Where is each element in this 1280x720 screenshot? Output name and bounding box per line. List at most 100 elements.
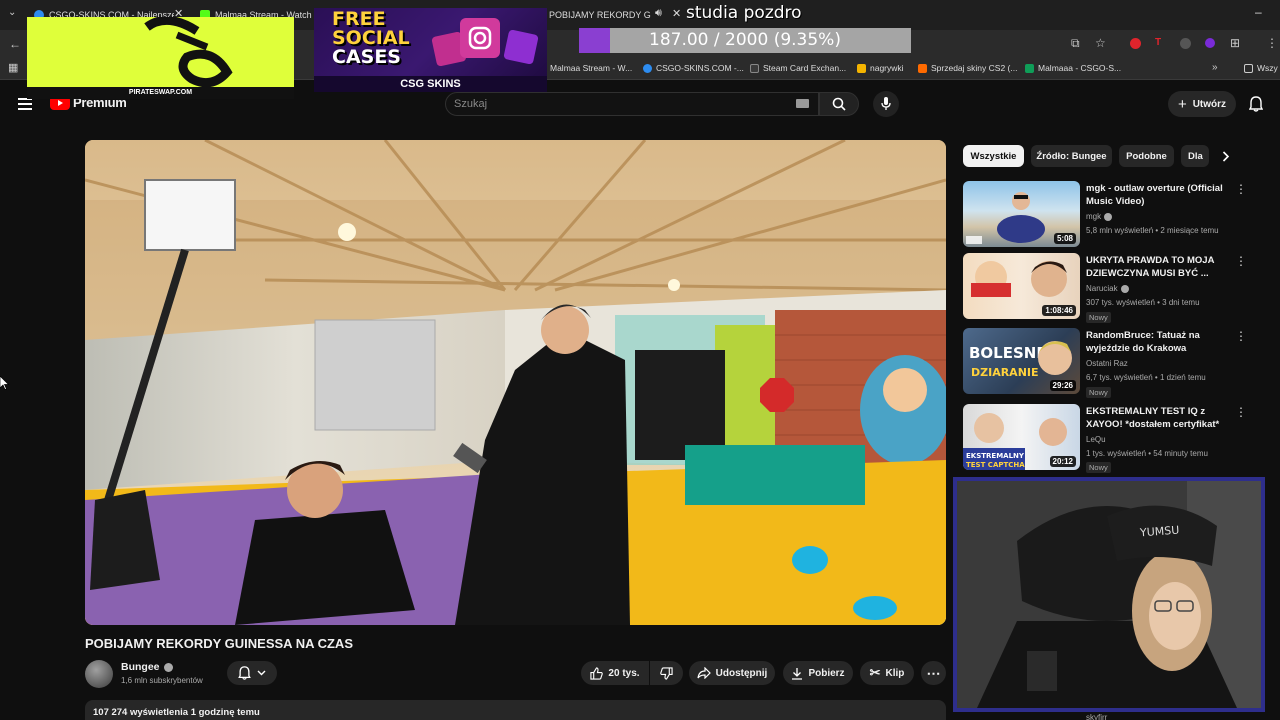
bookmark-item[interactable]: nagrywki [857,63,904,73]
clip-label: Klip [885,667,905,679]
bookmark-label: Malmaaa - CSGO-S... [1038,63,1122,73]
scissors-icon: ✂ [869,665,881,680]
bookmarks-overflow-icon[interactable]: » [1212,63,1218,73]
create-button[interactable]: + Utwórz [1168,91,1236,117]
sponsor-logo-shape [144,17,233,87]
chip-all[interactable]: Wszystkie [963,145,1024,167]
download-button[interactable]: Pobierz [783,661,853,685]
chip-source[interactable]: Źródło: Bungee [1031,145,1112,167]
bookmark-item[interactable]: CSGO-SKINS.COM -... [643,63,744,73]
channel-label: Ostatni Raz [1086,359,1128,368]
more-options-icon[interactable]: ⋮ [1235,405,1247,419]
extension-purple-icon[interactable] [1205,38,1215,48]
tab-youtube-video[interactable]: POBIJAMY REKORDY GUIN [549,5,651,25]
recommendation-thumbnail[interactable]: BOLESNE DZIARANIE 29:26 [963,328,1080,394]
recommendation-channel[interactable]: LeQu [1086,435,1106,444]
bookmark-star-icon[interactable]: ☆ [1095,37,1106,49]
share-icon [697,667,711,679]
extension-gray-icon[interactable] [1180,38,1191,49]
window-minimize-icon[interactable]: – [1255,5,1262,19]
bookmark-label: CSGO-SKINS.COM -... [656,63,744,73]
clip-button[interactable]: ✂ Klip [860,661,914,685]
video-player[interactable] [85,140,946,625]
recommendation-thumbnail[interactable]: EKSTREMALNY TEST CAPTCHA 20:12 [963,404,1080,470]
bookmark-favicon-icon [643,63,652,73]
recommendation-thumbnail[interactable]: 1:08:46 [963,253,1080,319]
bookmark-favicon-icon [1025,63,1034,73]
keyboard-icon[interactable] [796,99,809,108]
like-button[interactable]: 20 tys. [581,661,649,685]
install-app-icon[interactable]: ⧉ [1071,37,1080,49]
extension-red-icon[interactable] [1130,38,1141,49]
bookmark-label: Sprzedaj skiny CS2 (... [931,63,1018,73]
chip-for-you[interactable]: Dla [1181,145,1209,167]
chevron-right-icon[interactable] [1222,151,1230,162]
more-options-icon[interactable]: ⋮ [1235,254,1247,268]
recommendation-channel[interactable]: Naruciak [1086,284,1129,293]
menu-icon[interactable]: ⋮ [1266,37,1278,49]
chip-related[interactable]: Podobne [1119,145,1174,167]
channel-avatar[interactable] [85,660,113,688]
webcam-image [957,481,1261,708]
recommendation-meta: 1 tys. wyświetleń • 54 minuty temu [1086,449,1208,458]
bookmark-label: Steam Card Exchan... [763,63,847,73]
download-label: Pobierz [808,667,845,679]
search-input[interactable] [454,96,784,112]
recommendation-title[interactable]: UKRYTA PRAWDA TO MOJA DZIEWCZYNA MUSI BY… [1086,254,1228,280]
recommendation-channel[interactable]: mgk [1086,212,1113,221]
voice-search-button[interactable] [873,91,899,117]
extensions-puzzle-icon[interactable]: ⊞ [1230,37,1240,49]
bookmark-label: Wszy [1257,63,1278,73]
notifications-bell-icon[interactable] [1249,96,1263,112]
sponsor-banner-pirateswap: PIRATESWAP.COM [27,17,294,99]
subscription-bell-button[interactable] [227,661,277,685]
bookmark-item[interactable]: Sprzedaj skiny CS2 (... [918,63,1017,73]
subscriber-count: 1,6 mln subskrybentów [121,676,203,685]
recommendation-channel-partial[interactable]: skyfirr [1086,713,1107,720]
recommendation-title[interactable]: mgk - outlaw overture (Official Music Vi… [1086,182,1228,208]
channel-label: Naruciak [1086,284,1118,293]
sponsor-brand: CSG SKINS [314,76,547,92]
share-button[interactable]: Udostępnij [689,661,775,685]
channel-name[interactable]: Bungee [121,661,173,673]
recommendation-channel[interactable]: Ostatni Raz [1086,359,1128,368]
like-count: 20 tys. [608,667,640,679]
more-options-icon[interactable]: ⋮ [1235,182,1247,196]
bookmark-label: nagrywki [870,63,904,73]
mouse-cursor-icon [0,376,9,390]
chevron-down-icon [257,670,266,676]
microphone-icon [881,97,891,110]
recommendation-thumbnail[interactable]: 5:08 [963,181,1080,247]
new-badge: Nowy [1086,462,1111,473]
tab-search-icon[interactable]: ⌄ [8,8,16,18]
sponsor-caption: PIRATESWAP.COM [27,87,294,99]
search-button[interactable] [819,92,859,116]
recommendation-meta: 307 tys. wyświetleń • 3 dni temu [1086,298,1200,307]
view-count-date: 107 274 wyświetlenia 1 godzinę temu [93,707,260,718]
recommendation-title[interactable]: EKSTREMALNY TEST IQ z XAYOO! *dostałem c… [1086,405,1228,431]
more-options-icon[interactable]: ⋮ [1235,329,1247,343]
new-badge: Nowy [1086,387,1111,398]
svg-text:DZIARANIE: DZIARANIE [971,366,1039,379]
recommendation-title[interactable]: RandomBruce: Tatuaż na wyjeździe do Krak… [1086,329,1228,355]
bookmark-item[interactable]: Steam Card Exchan... [750,63,846,73]
tab-close-icon[interactable]: ✕ [672,7,681,20]
video-frame [85,140,946,625]
dislike-button[interactable] [650,661,683,685]
more-actions-button[interactable]: ⋯ [921,661,946,685]
social-case-boxes-icon [431,18,539,67]
bookmark-item[interactable]: Malmaaa - CSGO-S... [1025,63,1121,73]
bookmark-folder[interactable]: Wszy [1244,63,1278,73]
new-badge: Nowy [1086,312,1111,323]
channel-label: skyfirr [1086,713,1108,720]
bookmark-item[interactable]: Malmaa Stream - W... [550,63,632,73]
cap-lettering: YUMSU [1139,523,1180,540]
extension-tp-icon[interactable]: T [1155,38,1161,48]
apps-grid-icon[interactable]: ▦ [8,63,18,74]
donation-goal-bar: 187.00 / 2000 (9.35%) [579,28,911,53]
streamer-webcam: YUMSU [953,477,1265,712]
channel-label: mgk [1086,212,1102,221]
hamburger-menu-icon[interactable] [18,98,32,110]
back-arrow-icon[interactable]: ← [9,38,21,50]
tab-audio-icon[interactable]: 🔊︎ [655,7,662,20]
